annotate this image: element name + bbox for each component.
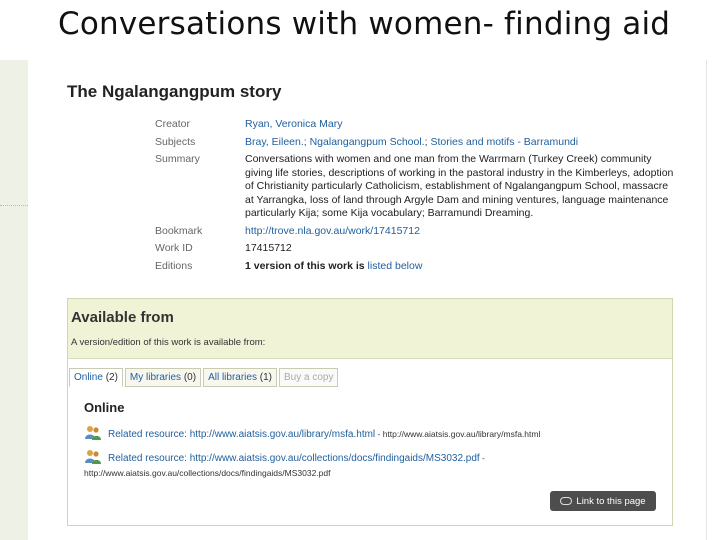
tab-count: (0) — [183, 372, 197, 383]
resource-link[interactable]: Related resource: http://www.aiatsis.gov… — [108, 453, 480, 464]
editions-label: Editions — [155, 259, 193, 272]
bookmark-label: Bookmark — [155, 224, 203, 237]
link-button-label: Link to this page — [576, 495, 646, 507]
people-icon — [85, 450, 101, 464]
availability-tabs: Online (2) My libraries (0) All librarie… — [69, 368, 340, 387]
resource-item: Related resource: http://www.aiatsis.gov… — [84, 450, 664, 481]
tab-label: All libraries — [208, 372, 257, 383]
slide-title: Conversations with women- finding aid — [58, 6, 671, 42]
slide-right-band — [706, 60, 720, 540]
tab-online[interactable]: Online (2) — [69, 368, 123, 387]
resource-separator: - — [479, 453, 485, 463]
summary-label: Summary — [155, 153, 200, 165]
editions-row: Editions 1 version of this work is liste… — [155, 260, 675, 274]
bookmark-row: Bookmark http://trove.nla.gov.au/work/17… — [155, 225, 675, 239]
summary-row: Summary Conversations with women and one… — [155, 153, 675, 221]
work-title: The Ngalangangpum story — [67, 82, 282, 101]
tab-all-libraries[interactable]: All libraries (1) — [203, 368, 277, 387]
tab-my-libraries[interactable]: My libraries (0) — [124, 368, 202, 387]
tab-label: Online — [74, 372, 103, 383]
creator-row: Creator Ryan, Veronica Mary — [155, 118, 675, 132]
chain-link-icon — [560, 497, 573, 505]
available-header: Available from A version/edition of this… — [68, 299, 672, 359]
tab-buy-a-copy[interactable]: Buy a copy — [278, 368, 339, 387]
workid-label: Work ID — [155, 242, 193, 254]
subjects-row: Subjects Bray, Eileen.; Ngalangangpum Sc… — [155, 136, 675, 150]
workid-value: 17415712 — [245, 242, 292, 254]
available-subtitle: A version/edition of this work is availa… — [71, 337, 266, 348]
resource-url: http://www.aiatsis.gov.au/collections/do… — [84, 468, 331, 478]
available-from-panel: Available from A version/edition of this… — [67, 298, 673, 526]
summary-text: Conversations with women and one man fro… — [245, 153, 674, 219]
resource-link[interactable]: Related resource: http://www.aiatsis.gov… — [108, 429, 375, 440]
tab-label: Buy a copy — [283, 372, 334, 383]
available-title: Available from — [71, 309, 174, 326]
work-metadata: Creator Ryan, Veronica Mary Subjects Bra… — [155, 118, 675, 277]
people-icon — [85, 426, 101, 440]
subject-link[interactable]: Bray, Eileen. — [245, 136, 304, 148]
subjects-label: Subjects — [155, 135, 196, 148]
online-tab-content: Online Related resource: http://www.aiat… — [84, 400, 664, 490]
slide-left-band — [0, 60, 28, 540]
editions-link[interactable]: listed below — [368, 260, 423, 272]
online-heading: Online — [84, 400, 125, 415]
link-to-this-page-button[interactable]: Link to this page — [550, 491, 656, 511]
subject-link[interactable]: Stories and motifs - Barramundi — [430, 136, 578, 148]
bookmark-link[interactable]: http://trove.nla.gov.au/work/17415712 — [245, 225, 420, 237]
resource-separator: - — [375, 429, 383, 439]
tab-count: (1) — [259, 372, 272, 383]
editions-text: 1 version of this work is — [245, 259, 365, 272]
resource-item: Related resource: http://www.aiatsis.gov… — [84, 426, 664, 442]
subject-separator: ; — [303, 135, 307, 148]
workid-row: Work ID 17415712 — [155, 242, 675, 256]
subject-link[interactable]: Ngalangangpum School. — [310, 136, 425, 148]
resource-url: http://www.aiatsis.gov.au/library/msfa.h… — [382, 429, 541, 439]
subject-separator: ; — [424, 135, 428, 148]
tab-count: (2) — [105, 372, 118, 383]
trove-screenshot: The Ngalangangpum story Creator Ryan, Ve… — [28, 60, 706, 540]
creator-link[interactable]: Ryan, Veronica Mary — [245, 118, 342, 130]
creator-label: Creator — [155, 118, 191, 130]
tab-label: My libraries — [129, 372, 182, 383]
